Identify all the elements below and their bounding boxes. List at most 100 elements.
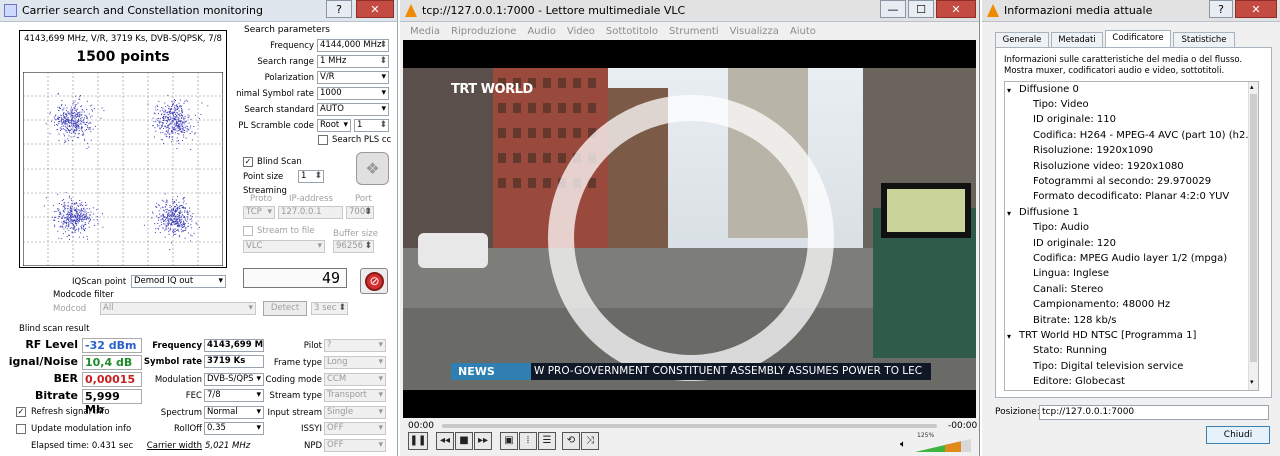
stop-playback-button[interactable]: ■ — [455, 432, 473, 450]
iq-point — [184, 223, 186, 224]
tree-item[interactable]: Diffusione 1 — [1019, 207, 1079, 218]
pause-button[interactable]: ❚❚ — [408, 432, 428, 450]
menu-aiuto[interactable]: Aiuto — [790, 26, 816, 37]
pl-scramble-number[interactable]: 1 — [354, 119, 389, 132]
seek-bar[interactable] — [442, 424, 937, 428]
frequency-input[interactable]: 4144,000 MHz — [317, 39, 389, 52]
close-button[interactable]: ✕ — [356, 0, 394, 18]
iq-point — [65, 127, 67, 129]
shuffle-button[interactable]: ⤨ — [581, 432, 599, 450]
tab-statistiche[interactable]: Statistiche — [1173, 32, 1235, 47]
position-input[interactable]: tcp://127.0.0.1:7000 — [1039, 405, 1269, 420]
refresh-signal-checkbox[interactable]: ✓ — [16, 407, 26, 417]
stream-type-select[interactable]: Transport — [324, 389, 386, 402]
iq-point — [193, 232, 195, 234]
next-button[interactable]: ▸▸ — [474, 432, 492, 450]
ip-input[interactable]: 127.0.0.1 — [278, 206, 343, 219]
iq-point — [157, 109, 159, 111]
pilot-select[interactable]: ? — [324, 339, 386, 352]
update-modulation-label: Update modulation info — [31, 424, 132, 434]
tree-item[interactable]: Diffusione 0 — [1019, 84, 1079, 95]
menu-strumenti[interactable]: Strumenti — [669, 26, 719, 37]
vlc-maximize-button[interactable]: ☐ — [908, 0, 934, 18]
iq-point — [183, 121, 185, 123]
pl-scramble-select[interactable]: Root — [317, 119, 351, 132]
iq-point — [187, 232, 189, 234]
search-standard-select[interactable]: AUTO — [317, 103, 389, 116]
coding-mode-select[interactable]: CCM — [324, 373, 386, 386]
tree-scrollbar[interactable]: ▴ ▾ — [1248, 82, 1258, 390]
stream-file-checkbox[interactable] — [243, 226, 253, 236]
iq-point — [67, 210, 69, 212]
frame-type-select[interactable]: Long — [324, 356, 386, 369]
extended-settings-button[interactable]: ⦙ — [519, 432, 537, 450]
menu-visualizza[interactable]: Visualizza — [730, 26, 779, 37]
iq-point — [167, 214, 169, 216]
scroll-thumb[interactable] — [1250, 94, 1257, 362]
rolloff-select[interactable]: 0.35 — [204, 422, 264, 435]
point-size-input[interactable]: 1 — [298, 170, 324, 183]
search-range-input[interactable]: 1 MHz — [317, 55, 389, 68]
tab-codificatore[interactable]: Codificatore — [1105, 30, 1171, 47]
input-stream-select[interactable]: Single — [324, 406, 386, 419]
tree-item: Codifica: H264 - MPEG-4 AVC (part 10) (h… — [1033, 130, 1255, 141]
iqscan-select[interactable]: Demod IQ out — [131, 275, 226, 288]
info-help-button[interactable]: ? — [1209, 0, 1233, 18]
volume-slider[interactable]: 125% — [915, 432, 971, 452]
issyi-select[interactable]: OFF — [324, 422, 386, 435]
iq-point — [88, 226, 90, 228]
iq-point — [72, 224, 74, 226]
iq-point — [54, 224, 55, 226]
modcode-select[interactable]: All — [100, 302, 256, 315]
scan-button[interactable]: ❖ — [356, 152, 389, 185]
carrier-info-text: 4143,699 MHz, V/R, 3719 Ks, DVB-S/QPSK, … — [24, 34, 222, 44]
tab-metadati[interactable]: Metadati — [1051, 32, 1103, 47]
iq-point — [93, 219, 95, 221]
iq-point — [70, 114, 72, 116]
player-select[interactable]: VLC — [243, 240, 325, 253]
menu-audio[interactable]: Audio — [527, 26, 555, 37]
vlc-minimize-button[interactable]: — — [880, 0, 906, 18]
iq-point — [75, 213, 77, 215]
video-area[interactable]: TRT WORLD NEWS W PRO-GOVERNMENT CONSTITU… — [403, 40, 976, 418]
help-button[interactable]: ? — [326, 0, 352, 18]
proto-select[interactable]: TCP — [243, 206, 275, 219]
fec-select[interactable]: 7/8 — [204, 389, 264, 402]
tree-toggle-diffusione-0[interactable]: ▾ — [1007, 86, 1011, 95]
polarization-select[interactable]: V/R — [317, 71, 389, 84]
loop-button[interactable]: ⟲ — [562, 432, 580, 450]
result-symbol-value: 3719 Ks — [204, 355, 264, 368]
tree-toggle-programma[interactable]: ▾ — [1007, 332, 1011, 341]
spectrum-select[interactable]: Normal — [204, 406, 264, 419]
buffer-size-input[interactable]: 96256 — [333, 240, 374, 253]
modulation-select[interactable]: DVB-S/QPS — [204, 373, 264, 386]
detect-seconds-input[interactable]: 3 sec — [311, 302, 348, 315]
vlc-close-button[interactable]: ✕ — [936, 0, 976, 18]
menu-media[interactable]: Media — [410, 26, 440, 37]
previous-button[interactable]: ◂◂ — [436, 432, 454, 450]
iq-point — [62, 128, 64, 130]
codec-tree[interactable]: ▾ Diffusione 0 Tipo: Video ID originale:… — [1004, 81, 1259, 391]
tab-generale[interactable]: Generale — [995, 32, 1049, 47]
iq-point — [165, 228, 167, 230]
tree-item[interactable]: TRT World HD NTSC [Programma 1] — [1019, 330, 1196, 341]
playlist-button[interactable]: ☰ — [538, 432, 556, 450]
blind-scan-checkbox[interactable]: ✓ — [243, 157, 253, 167]
fullscreen-button[interactable]: ▣ — [500, 432, 518, 450]
stop-button[interactable]: ⊘ — [360, 268, 388, 294]
update-modulation-checkbox[interactable] — [16, 424, 26, 434]
tree-toggle-diffusione-1[interactable]: ▾ — [1007, 209, 1011, 218]
info-close-button[interactable]: ✕ — [1235, 0, 1277, 18]
scroll-up-icon[interactable]: ▴ — [1250, 83, 1254, 91]
detect-button[interactable]: Detect — [263, 301, 307, 316]
close-info-button[interactable]: Chiudi — [1206, 426, 1270, 444]
menu-video[interactable]: Video — [567, 26, 595, 37]
iq-point — [163, 118, 165, 120]
symbol-rate-select[interactable]: 1000 — [317, 87, 389, 100]
menu-sottotitolo[interactable]: Sottotitolo — [606, 26, 658, 37]
search-pls-checkbox[interactable] — [318, 135, 328, 145]
npd-select[interactable]: OFF — [324, 439, 386, 452]
port-input[interactable]: 7000 — [346, 206, 374, 219]
scroll-down-icon[interactable]: ▾ — [1250, 378, 1254, 386]
menu-riproduzione[interactable]: Riproduzione — [451, 26, 516, 37]
